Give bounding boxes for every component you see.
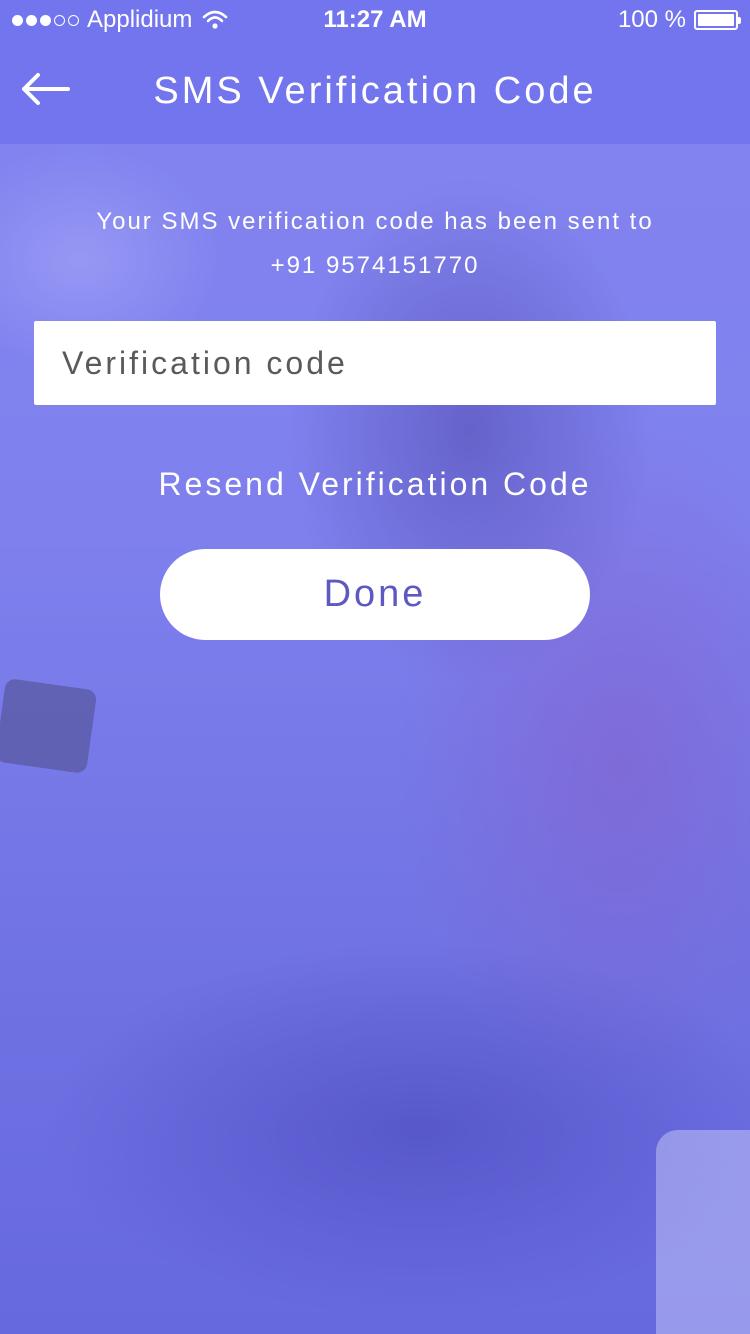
- battery-percentage: 100 %: [617, 6, 686, 33]
- page-title: SMS Verification Code: [153, 70, 597, 112]
- battery-icon: [694, 10, 741, 30]
- battery-fill: [698, 14, 734, 26]
- status-bar: Applidium 11:27 AM 100 %: [0, 0, 750, 40]
- sent-message-text: Your SMS verification code has been sent…: [96, 208, 654, 235]
- screen: SMS Verification Code Applidium 11:27 AM…: [0, 0, 750, 1334]
- sent-message: Your SMS verification code has been sent…: [0, 200, 750, 288]
- status-right: 100 %: [617, 6, 741, 34]
- phone-number: +91 9574151770: [270, 252, 480, 279]
- done-button[interactable]: Done: [160, 549, 590, 640]
- resend-code-link[interactable]: Resend Verification Code: [0, 466, 750, 503]
- verification-code-input[interactable]: [34, 321, 716, 405]
